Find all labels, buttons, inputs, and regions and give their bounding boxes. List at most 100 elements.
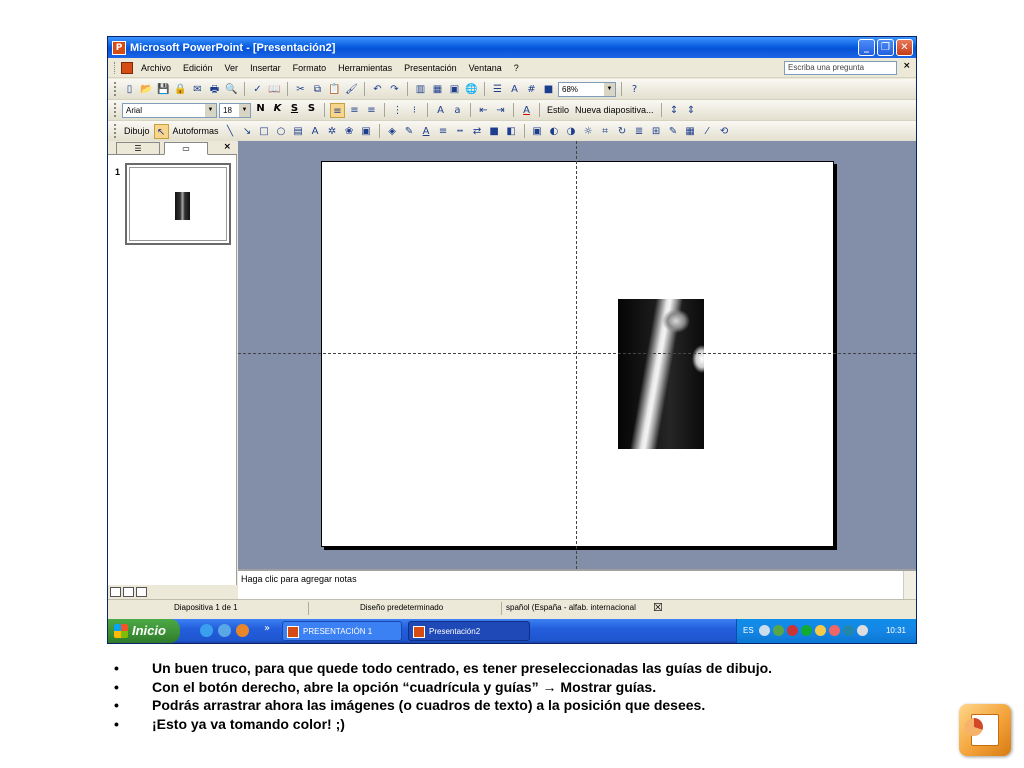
horizontal-guide[interactable] xyxy=(238,353,916,354)
outlook-icon[interactable] xyxy=(218,624,231,637)
underline-button[interactable]: S xyxy=(287,103,302,118)
language-indicator[interactable]: ES xyxy=(743,626,754,635)
tray-icon[interactable] xyxy=(829,625,840,636)
font-size-combo[interactable]: 18 ▼ xyxy=(219,102,251,118)
recolor-icon[interactable]: ✎ xyxy=(666,124,681,139)
diagram-icon[interactable]: ✲ xyxy=(325,124,340,139)
paste-icon[interactable]: 📋 xyxy=(327,82,342,97)
compress-icon[interactable]: ⊞ xyxy=(649,124,664,139)
format-picture-icon[interactable]: ▦ xyxy=(683,124,698,139)
cut-icon[interactable]: ✂ xyxy=(293,82,308,97)
wordart-icon[interactable]: A xyxy=(308,124,323,139)
close-button[interactable]: ✕ xyxy=(896,39,913,56)
vertical-guide[interactable] xyxy=(576,141,577,569)
slide-thumbnail[interactable] xyxy=(125,163,231,245)
save-icon[interactable]: 💾 xyxy=(156,82,171,97)
notes-pane[interactable]: Haga clic para agregar notas xyxy=(238,569,916,599)
crop-icon[interactable]: ⌗ xyxy=(598,124,613,139)
menu-ver[interactable]: Ver xyxy=(225,63,239,73)
toolbar-grip[interactable] xyxy=(114,82,117,96)
minimize-button[interactable]: _ xyxy=(858,39,875,56)
menu-ventana[interactable]: Ventana xyxy=(469,63,502,73)
ie-icon[interactable] xyxy=(200,624,213,637)
dash-style-icon[interactable]: ┅ xyxy=(453,124,468,139)
format-painter-icon[interactable]: 🖌 xyxy=(344,82,359,97)
autoshapes-button[interactable]: Autoformas xyxy=(173,126,219,136)
redo-icon[interactable]: ↷ xyxy=(387,82,402,97)
help-icon[interactable]: ? xyxy=(627,82,642,97)
insert-picture-icon[interactable]: ▣ xyxy=(447,82,462,97)
select-pointer-icon[interactable]: ↖ xyxy=(153,123,169,139)
tray-icon[interactable] xyxy=(773,625,784,636)
tray-icon[interactable] xyxy=(787,625,798,636)
design-button[interactable]: Estilo xyxy=(547,105,569,115)
color-grayscale-icon[interactable]: ■ xyxy=(541,82,556,97)
undo-icon[interactable]: ↶ xyxy=(370,82,385,97)
bold-button[interactable]: N xyxy=(253,103,268,118)
media-player-icon[interactable] xyxy=(236,624,249,637)
contrast-icon[interactable]: ◑ xyxy=(564,124,579,139)
document-icon[interactable] xyxy=(121,61,133,74)
slide-canvas[interactable] xyxy=(321,161,834,547)
chevron-down-icon[interactable]: ▼ xyxy=(205,103,216,117)
line-style-icon[interactable]: ≣ xyxy=(632,124,647,139)
hyperlink-icon[interactable]: 🌐 xyxy=(464,82,479,97)
decrease-font-icon[interactable]: a xyxy=(450,103,465,118)
menu-insertar[interactable]: Insertar xyxy=(250,63,281,73)
paragraph-spacing-icon[interactable]: ⇕ xyxy=(684,103,699,118)
shadow-style-icon[interactable]: ■ xyxy=(487,124,502,139)
oval-icon[interactable]: ○ xyxy=(274,124,289,139)
tray-icon[interactable] xyxy=(759,625,770,636)
slide-sorter-icon[interactable] xyxy=(123,587,134,597)
open-icon[interactable]: 📂 xyxy=(139,82,154,97)
spelling-status-icon[interactable]: ☒ xyxy=(653,601,663,614)
show-formatting-icon[interactable]: A xyxy=(507,82,522,97)
maximize-button[interactable]: ❐ xyxy=(877,39,894,56)
set-transparent-icon[interactable]: ⁄ xyxy=(700,124,715,139)
menu-herramientas[interactable]: Herramientas xyxy=(338,63,392,73)
normal-view-icon[interactable] xyxy=(110,587,121,597)
new-icon[interactable]: ▯ xyxy=(122,82,137,97)
document-close-icon[interactable]: × xyxy=(903,61,911,71)
fill-color-icon[interactable]: ◈ xyxy=(385,124,400,139)
insert-table-icon[interactable]: ▦ xyxy=(430,82,445,97)
font-color-icon[interactable]: A xyxy=(519,103,534,118)
ask-question-input[interactable]: Escriba una pregunta xyxy=(784,61,897,75)
menu-archivo[interactable]: Archivo xyxy=(141,63,171,73)
permission-icon[interactable]: 🔒 xyxy=(173,82,188,97)
reset-picture-icon[interactable]: ⟲ xyxy=(717,124,732,139)
rotate-icon[interactable]: ↻ xyxy=(615,124,630,139)
menu-presentacion[interactable]: Presentación xyxy=(404,63,457,73)
print-icon[interactable]: 🖶 xyxy=(207,82,222,97)
font-combo[interactable]: Arial ▼ xyxy=(122,102,217,118)
italic-button[interactable]: K xyxy=(270,103,285,118)
copy-icon[interactable]: ⧉ xyxy=(310,82,325,97)
align-center-icon[interactable]: ≡ xyxy=(347,103,362,118)
rectangle-icon[interactable]: □ xyxy=(257,124,272,139)
line-spacing-icon[interactable]: ↕ xyxy=(667,103,682,118)
task-presentacion2[interactable]: Presentación2 xyxy=(408,621,530,641)
task-presentacion1[interactable]: PRESENTACIÓN 1 xyxy=(282,621,402,641)
toolbar-grip[interactable] xyxy=(114,124,117,138)
spelling-icon[interactable]: ✓ xyxy=(250,82,265,97)
powerpoint-app-icon[interactable]: P xyxy=(112,40,126,55)
align-left-icon[interactable]: ≡ xyxy=(330,102,345,118)
increase-font-icon[interactable]: A xyxy=(433,103,448,118)
new-slide-button[interactable]: Nueva diapositiva... xyxy=(575,105,654,115)
align-right-icon[interactable]: ≡ xyxy=(364,103,379,118)
menu-help[interactable]: ? xyxy=(514,63,519,73)
3d-style-icon[interactable]: ◧ xyxy=(504,124,519,139)
brightness-icon[interactable]: ☼ xyxy=(581,124,596,139)
clipart-icon[interactable]: ❀ xyxy=(342,124,357,139)
menu-formato[interactable]: Formato xyxy=(293,63,327,73)
font-color-icon[interactable]: A xyxy=(419,124,434,139)
numbering-icon[interactable]: ⋮ xyxy=(390,103,405,118)
arrow-style-icon[interactable]: ⇄ xyxy=(470,124,485,139)
shadow-button[interactable]: S xyxy=(304,103,319,118)
line-icon[interactable]: ╲ xyxy=(223,124,238,139)
increase-indent-icon[interactable]: ⇥ xyxy=(493,103,508,118)
start-button[interactable]: Inicio xyxy=(108,619,180,643)
slide-editing-area[interactable] xyxy=(238,141,916,569)
pane-close-icon[interactable]: × xyxy=(223,142,231,152)
tab-outline[interactable]: ☰ xyxy=(116,142,160,155)
